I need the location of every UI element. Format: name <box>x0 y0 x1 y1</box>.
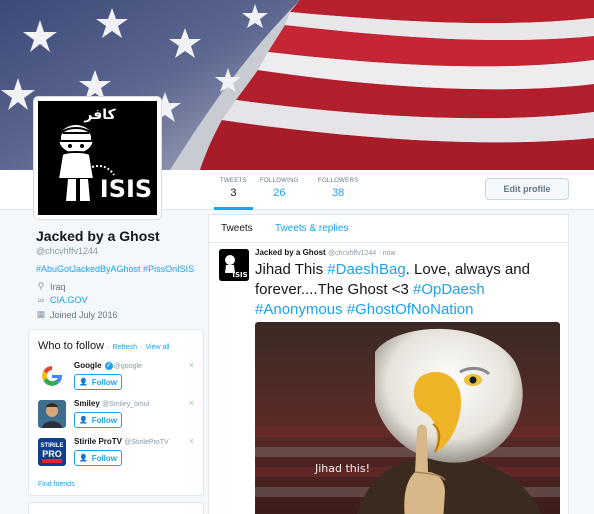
edit-profile-button[interactable]: Edit profile <box>485 178 569 200</box>
smiley-avatar[interactable] <box>38 400 66 428</box>
tweet-header: Jacked by a Ghost @chcvhffv1244 · now <box>255 248 396 257</box>
suggestion-name[interactable]: Stirile ProTV @StirileProTV <box>74 437 169 446</box>
stat-following[interactable]: FOLLOWING 26 <box>260 178 299 199</box>
avatar-arabic-text: كافر <box>83 107 116 123</box>
who-to-follow-header: Who to follow · Refresh · View all <box>38 340 169 352</box>
trends-module <box>28 502 204 514</box>
link-icon: ∞ <box>37 295 45 305</box>
suggestion-google: Google ✓ @google 👤 Follow × <box>38 360 198 401</box>
profile-location: ⚲ Iraq <box>36 281 66 292</box>
dismiss-icon[interactable]: × <box>189 436 194 446</box>
add-person-icon: 👤 <box>78 379 88 386</box>
dismiss-icon[interactable]: × <box>189 360 194 370</box>
eagle-image: Jihad this! <box>255 322 560 514</box>
profile-website[interactable]: ∞ CIA.GOV <box>36 295 88 305</box>
header-separator: · <box>107 344 110 351</box>
profile-website-link[interactable]: CIA.GOV <box>50 295 88 305</box>
stat-followers-value: 38 <box>332 187 345 199</box>
image-caption: Jihad this! <box>314 462 370 475</box>
profile-location-text: Iraq <box>50 281 66 292</box>
calendar-icon: ▦ <box>36 309 46 319</box>
tweet-text: Jihad This #DaeshBag. Love, always and f… <box>255 261 530 318</box>
hashtag-link[interactable]: #DaeshBag <box>327 261 405 278</box>
profile-bio[interactable]: #AbuGotJackedByAGhost #PissOnISIS <box>36 264 194 274</box>
hashtag-link[interactable]: #OpDaesh <box>413 281 485 298</box>
suggestion-name[interactable]: Google ✓ @google <box>74 361 142 370</box>
profile-name[interactable]: Jacked by a Ghost <box>36 228 160 244</box>
suggestion-smiley: Smiley @Smiley_omul 👤 Follow × <box>38 398 198 439</box>
google-logo-icon[interactable] <box>38 362 66 390</box>
timeline: Tweets Tweets & replies ISIS Jacked by a… <box>208 214 569 514</box>
avatar[interactable]: كافر ISIS <box>34 97 161 219</box>
tweet-timestamp[interactable]: now <box>383 250 396 257</box>
view-all-link[interactable]: View all <box>145 344 169 351</box>
stat-followers[interactable]: FOLLOWERS 38 <box>318 178 358 199</box>
who-to-follow-module: Who to follow · Refresh · View all Googl… <box>28 329 204 496</box>
stirile-protv-logo-icon[interactable]: STIRILE PRO <box>38 438 66 466</box>
profile-joined: ▦ Joined July 2016 <box>36 309 118 320</box>
timeline-tabs: Tweets Tweets & replies <box>209 215 568 243</box>
who-to-follow-title: Who to follow <box>38 340 105 352</box>
tab-tweets[interactable]: Tweets <box>221 223 253 234</box>
tweet-author-handle[interactable]: @chcvhffv1244 <box>328 250 376 257</box>
stat-tweets-value: 3 <box>230 187 237 199</box>
suggestion-handle: @StirileProTV <box>124 439 169 446</box>
follow-button[interactable]: 👤 Follow <box>74 374 122 390</box>
stat-followers-label: FOLLOWERS <box>318 178 359 184</box>
stat-tweets[interactable]: TWEETS 3 <box>214 178 253 210</box>
suggestion-stirile-protv: STIRILE PRO Stirile ProTV @StirileProTV … <box>38 436 198 477</box>
refresh-link[interactable]: Refresh <box>113 344 138 351</box>
tweet-media-image[interactable]: Jihad this! <box>255 322 560 514</box>
hashtag-link[interactable]: #Anonymous <box>255 301 343 318</box>
suggestion-handle: @google <box>113 363 142 370</box>
follow-button[interactable]: 👤 Follow <box>74 450 122 466</box>
add-person-icon: 👤 <box>78 455 88 462</box>
dismiss-icon[interactable]: × <box>189 398 194 408</box>
profile-handle[interactable]: @chcvhffv1244 <box>36 246 98 256</box>
find-friends-link[interactable]: Find friends <box>38 481 75 488</box>
avatar-image: كافر ISIS <box>38 101 157 215</box>
location-pin-icon: ⚲ <box>37 281 45 291</box>
header-separator: · <box>140 344 143 351</box>
svg-text:PRO: PRO <box>42 449 62 459</box>
verified-badge-icon: ✓ <box>104 361 113 370</box>
tweet-avatar[interactable]: ISIS <box>219 249 249 281</box>
profile-joined-text: Joined July 2016 <box>50 309 118 320</box>
stat-following-value: 26 <box>273 187 286 199</box>
stat-tweets-label: TWEETS <box>220 178 247 184</box>
suggestion-name[interactable]: Smiley @Smiley_omul <box>74 399 149 408</box>
suggestion-handle: @Smiley_omul <box>102 401 150 408</box>
svg-text:ISIS: ISIS <box>232 271 247 279</box>
tweet-author-name[interactable]: Jacked by a Ghost <box>255 248 326 257</box>
follow-button[interactable]: 👤 Follow <box>74 412 122 428</box>
stat-following-label: FOLLOWING <box>260 178 299 184</box>
hashtag-link[interactable]: #GhostOfNoNation <box>347 301 474 318</box>
follow-button-label: Follow <box>91 415 118 425</box>
add-person-icon: 👤 <box>78 417 88 424</box>
avatar-isis-text: ISIS <box>100 175 152 203</box>
follow-button-label: Follow <box>91 453 118 463</box>
tab-tweets-and-replies[interactable]: Tweets & replies <box>275 223 348 234</box>
follow-button-label: Follow <box>91 377 118 387</box>
